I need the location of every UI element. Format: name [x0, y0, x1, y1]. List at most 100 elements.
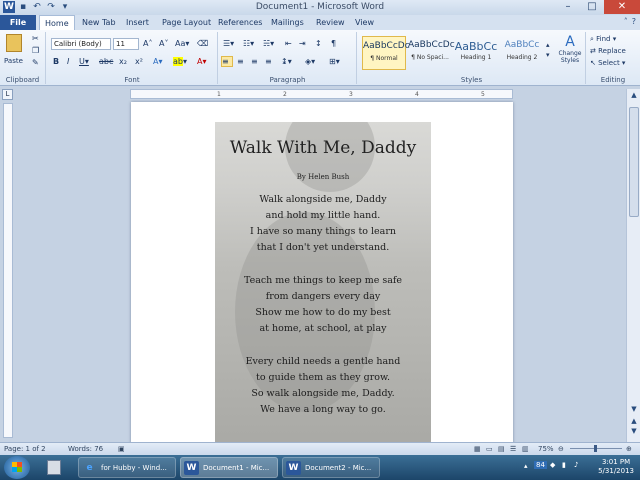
subscript-icon[interactable]: x₂ [119, 57, 127, 67]
document-area[interactable]: Walk With Me, Daddy By Helen Bush Walk a… [16, 100, 626, 442]
tab-selector[interactable]: L [2, 89, 13, 100]
scroll-down-icon[interactable]: ▼ [628, 405, 640, 415]
start-button[interactable] [4, 456, 30, 479]
style-heading-2[interactable]: AaBbCc Heading 2 [500, 36, 544, 70]
bullets-icon[interactable]: ☰▾ [223, 39, 234, 49]
copy-icon[interactable]: ❐ [32, 46, 39, 56]
poem-line: I have so many things to learn [250, 226, 396, 237]
close-button[interactable]: ✕ [604, 0, 640, 14]
decrease-indent-icon[interactable]: ⇤ [285, 39, 292, 49]
tray-app-icon[interactable]: ◆ [550, 461, 555, 469]
select-button[interactable]: ↖ Select ▾ [590, 58, 625, 68]
numbering-icon[interactable]: ☷▾ [243, 39, 254, 49]
zoom-slider-thumb[interactable] [594, 445, 597, 452]
scroll-up-icon[interactable]: ▲ [628, 91, 640, 101]
increase-indent-icon[interactable]: ⇥ [299, 39, 306, 49]
style-heading-1[interactable]: AaBbCc Heading 1 [454, 36, 498, 70]
change-case-icon[interactable]: Aa▾ [175, 39, 189, 49]
minimize-button[interactable]: – [556, 0, 580, 14]
font-name-box[interactable]: Calibri (Body) [51, 38, 111, 50]
tab-references[interactable]: References [218, 15, 262, 30]
align-left-icon[interactable]: ≡ [221, 56, 233, 67]
volume-icon[interactable]: ♪ [574, 461, 578, 469]
taskbar-document1-window[interactable]: W Document1 - Mic... [180, 457, 278, 478]
borders-icon[interactable]: ⊞▾ [329, 57, 340, 67]
help-icon[interactable]: ? [632, 17, 636, 26]
multilevel-list-icon[interactable]: ☵▾ [263, 39, 274, 49]
bold-icon[interactable]: B [53, 57, 59, 67]
minimize-ribbon-icon[interactable]: ˄ [624, 17, 628, 26]
zoom-level[interactable]: 75% [538, 445, 554, 453]
font-color-icon[interactable]: A▾ [197, 57, 207, 67]
style-normal[interactable]: AaBbCcDc ¶ Normal [362, 36, 410, 70]
italic-icon[interactable]: I [67, 57, 69, 67]
cut-icon[interactable]: ✂ [32, 34, 39, 44]
view-draft-icon[interactable]: ▥ [522, 445, 529, 453]
line-spacing-icon[interactable]: ↨▾ [281, 57, 292, 67]
proofing-icon[interactable]: ▣ [118, 445, 125, 453]
grow-font-icon[interactable]: A˄ [143, 39, 152, 49]
find-button[interactable]: ⌕ Find ▾ [590, 34, 616, 44]
tab-page-layout[interactable]: Page Layout [162, 15, 211, 30]
tab-mailings[interactable]: Mailings [271, 15, 304, 30]
word-window: W ▪ ↶ ↷ ▾ Document1 - Microsoft Word – □… [0, 0, 640, 480]
paste-button[interactable]: Paste [4, 56, 23, 66]
strikethrough-icon[interactable]: abc [99, 57, 113, 67]
align-center-icon[interactable]: ≡ [237, 57, 244, 67]
clock-date: 5/31/2013 [598, 467, 634, 475]
tab-review[interactable]: Review [316, 15, 345, 30]
tab-insert[interactable]: Insert [126, 15, 149, 30]
format-painter-icon[interactable]: ✎ [32, 58, 39, 68]
scrollbar-thumb[interactable] [629, 107, 639, 217]
underline-icon[interactable]: U▾ [79, 57, 89, 67]
word-count[interactable]: Words: 76 [68, 445, 103, 453]
change-styles-button[interactable]: A Change Styles [556, 34, 584, 64]
zoom-out-icon[interactable]: ⊖ [558, 445, 564, 453]
tab-new-tab[interactable]: New Tab [82, 15, 116, 30]
styles-scroll-icon[interactable]: ▴ ▾ [546, 40, 550, 60]
view-web-layout-icon[interactable]: ▤ [498, 445, 505, 453]
page-count[interactable]: Page: 1 of 2 [4, 445, 46, 453]
font-size-box[interactable]: 11 [113, 38, 139, 50]
shrink-font-icon[interactable]: A˅ [159, 39, 168, 49]
vertical-ruler[interactable] [3, 103, 13, 438]
sort-icon[interactable]: ↕ [315, 39, 322, 49]
align-right-icon[interactable]: ≡ [251, 57, 258, 67]
text-effects-icon[interactable]: A▾ [153, 57, 163, 67]
document-page[interactable]: Walk With Me, Daddy By Helen Bush Walk a… [131, 102, 513, 442]
tray-badge[interactable]: 84 [534, 461, 547, 469]
show-hidden-icons-icon[interactable]: ▴ [524, 462, 528, 470]
replace-button[interactable]: ⇄ Replace [590, 46, 626, 56]
paste-icon[interactable] [6, 34, 22, 52]
calculator-taskbar-icon[interactable] [40, 457, 70, 478]
tab-home[interactable]: Home [39, 15, 75, 30]
previous-page-icon[interactable]: ▲ [628, 417, 640, 427]
network-icon[interactable]: ▮ [562, 461, 566, 469]
view-full-screen-icon[interactable]: ▭ [486, 445, 493, 453]
show-formatting-marks-icon[interactable]: ¶ [331, 39, 336, 49]
shading-icon[interactable]: ◈▾ [305, 57, 315, 67]
clear-formatting-icon[interactable]: ⌫ [197, 39, 208, 49]
taskbar-document2-window[interactable]: W Document2 - Mic... [282, 457, 380, 478]
view-outline-icon[interactable]: ☰ [510, 445, 516, 453]
justify-icon[interactable]: ≡ [265, 57, 272, 67]
view-print-layout-icon[interactable]: ▦ [474, 445, 481, 453]
superscript-icon[interactable]: x² [135, 57, 143, 67]
zoom-in-icon[interactable]: ⊕ [626, 445, 632, 453]
highlight-icon[interactable]: ab▾ [173, 57, 187, 67]
poem-line: Walk alongside me, Daddy [259, 194, 387, 205]
vertical-scrollbar[interactable]: ▲ ▼ ▲ ▼ [626, 89, 640, 442]
style-no-spacing-preview: AaBbCcDc [408, 40, 455, 50]
maximize-button[interactable]: □ [580, 0, 604, 14]
style-normal-preview: AaBbCcDc [363, 41, 410, 51]
taskbar-item-label: for Hubby - Wind... [101, 464, 167, 472]
next-page-icon[interactable]: ▼ [628, 427, 640, 437]
font-group: Calibri (Body) 11 A˄ A˅ Aa▾ ⌫ B I U▾ abc… [47, 32, 218, 84]
tab-file[interactable]: File [0, 15, 36, 30]
horizontal-ruler[interactable]: 1 2 3 4 5 [130, 89, 513, 99]
poem-image[interactable]: Walk With Me, Daddy By Helen Bush Walk a… [215, 122, 431, 442]
tab-view[interactable]: View [355, 15, 374, 30]
taskbar-ie-window[interactable]: e for Hubby - Wind... [78, 457, 176, 478]
clock[interactable]: 3:01 PM 5/31/2013 [598, 458, 634, 476]
style-no-spacing[interactable]: AaBbCcDc ¶ No Spaci... [408, 36, 455, 70]
